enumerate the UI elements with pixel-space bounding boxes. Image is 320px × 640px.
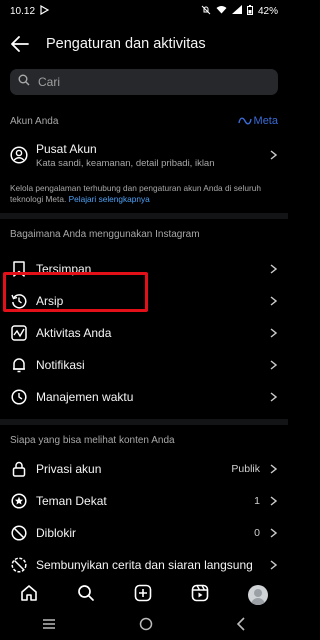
chevron-right-icon: [268, 360, 278, 370]
menu-item-account-privacy[interactable]: Privasi akun Publik: [0, 453, 288, 485]
learn-more-link[interactable]: Pelajari selengkapnya: [69, 194, 150, 204]
close-friends-count: 1: [254, 495, 260, 507]
page-header: Pengaturan dan aktivitas: [0, 22, 288, 66]
chevron-right-icon: [268, 296, 278, 306]
meta-logo: Meta: [237, 115, 278, 127]
reels-icon[interactable]: [191, 584, 209, 607]
mute-icon: [201, 5, 211, 18]
accounts-center-label: Pusat Akun: [36, 141, 97, 156]
accounts-center-sub: Kata sandi, keamanan, detail pribadi, ik…: [36, 157, 215, 169]
activity-icon: [10, 324, 28, 342]
chevron-right-icon: [268, 560, 278, 570]
search-nav-icon[interactable]: [77, 584, 95, 607]
page-title: Pengaturan dan aktivitas: [46, 36, 206, 52]
message-notification-icon: [40, 4, 50, 18]
chevron-right-icon: [268, 392, 278, 402]
chevron-right-icon: [268, 528, 278, 538]
signal-icon: [231, 5, 242, 17]
status-time: 10.12: [10, 5, 36, 17]
accounts-center-item[interactable]: Pusat Akun Kata sandi, keamanan, detail …: [0, 139, 288, 171]
blocked-count: 0: [254, 527, 260, 539]
hide-story-icon: [10, 556, 28, 574]
chevron-right-icon: [268, 328, 278, 338]
clock-icon: [10, 388, 28, 406]
home-icon[interactable]: [20, 584, 38, 607]
recent-apps-icon[interactable]: [42, 617, 56, 635]
wifi-icon: [216, 5, 227, 17]
menu-item-hide-story[interactable]: Sembunyikan cerita dan siaran langsung: [0, 549, 288, 581]
highlight-box: [3, 272, 148, 312]
star-circle-icon: [10, 492, 28, 510]
account-section-title: Akun Anda: [10, 115, 59, 127]
search-input[interactable]: [36, 74, 260, 90]
system-nav: [0, 612, 288, 640]
menu-item-close-friends[interactable]: Teman Dekat 1: [0, 485, 288, 517]
profile-avatar[interactable]: [248, 585, 269, 605]
bottom-nav: [0, 578, 288, 612]
create-post-icon[interactable]: [134, 584, 152, 607]
menu-item-notifications[interactable]: Notifikasi: [0, 349, 288, 381]
battery-icon: [246, 4, 253, 18]
block-icon: [10, 524, 28, 542]
lock-icon: [10, 460, 28, 478]
back-arrow-icon[interactable]: [10, 34, 30, 54]
back-nav-icon[interactable]: [236, 616, 246, 636]
battery-percent: 42%: [257, 5, 278, 17]
bell-icon: [10, 356, 28, 374]
privacy-value: Publik: [231, 463, 260, 475]
menu-item-time-management[interactable]: Manajemen waktu: [0, 381, 288, 413]
usage-section-title: Bagaimana Anda menggunakan Instagram: [10, 229, 200, 240]
profile-circle-icon: [10, 146, 28, 164]
accounts-center-note: Kelola pengalaman terhubung dan pengatur…: [10, 183, 261, 204]
status-bar: 10.12 42%: [0, 0, 288, 22]
search-icon: [18, 73, 30, 91]
visibility-section-title: Siapa yang bisa melihat konten Anda: [10, 435, 175, 446]
chevron-right-icon: [268, 264, 278, 274]
menu-item-blocked[interactable]: Diblokir 0: [0, 517, 288, 549]
chevron-right-icon: [268, 150, 278, 160]
home-button-icon[interactable]: [139, 617, 153, 636]
chevron-right-icon: [268, 464, 278, 474]
search-bar[interactable]: [10, 69, 278, 95]
menu-item-your-activity[interactable]: Aktivitas Anda: [0, 317, 288, 349]
account-section-header: Akun Anda Meta: [0, 115, 288, 127]
chevron-right-icon: [268, 496, 278, 506]
